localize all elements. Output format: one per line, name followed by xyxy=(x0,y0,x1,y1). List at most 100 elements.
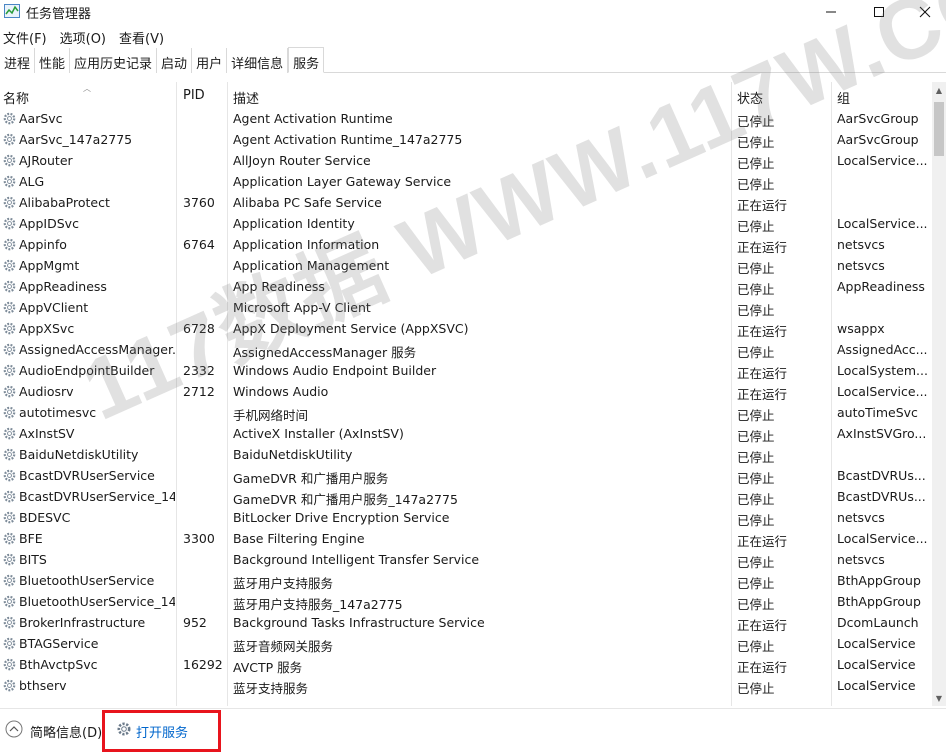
service-description: GameDVR 和广播用户服务_147a2775 xyxy=(233,492,458,507)
service-group: autoTimeSvc xyxy=(837,405,918,420)
service-group: AssignedAcc... xyxy=(837,342,928,357)
tab-users[interactable]: 用户 xyxy=(192,48,228,73)
table-row[interactable]: AudioEndpointBuilder 2332 Windows Audio En… xyxy=(0,360,932,381)
table-row[interactable]: bthserv 蓝牙支持服务 已停止 LocalService xyxy=(0,675,932,696)
column-header-description[interactable]: 描述 xyxy=(233,88,259,107)
service-description: ActiveX Installer (AxInstSV) xyxy=(233,426,404,441)
service-name: AppVClient xyxy=(19,300,89,315)
service-gear-icon xyxy=(3,637,16,650)
column-header-status[interactable]: 状态 xyxy=(737,88,763,107)
service-description: Agent Activation Runtime xyxy=(233,111,393,126)
scroll-up-icon[interactable]: ▲ xyxy=(932,82,946,98)
table-row[interactable]: AlibabaProtect 3760 Alibaba PC Safe Servic… xyxy=(0,192,932,213)
service-status: 已停止 xyxy=(737,513,775,528)
table-row[interactable]: AarSvc_147a2775 Agent Activation Runtime_… xyxy=(0,129,932,150)
tab-details[interactable]: 详细信息 xyxy=(227,48,289,73)
table-row[interactable]: AppReadiness App Readiness 已停止 AppReadiness xyxy=(0,276,932,297)
service-gear-icon xyxy=(3,322,16,335)
table-row[interactable]: BcastDVRUserService GameDVR 和广播用户服务 已停止 Bca… xyxy=(0,465,932,486)
service-name: BluetoothUserService xyxy=(19,573,155,588)
service-gear-icon xyxy=(3,511,16,524)
service-gear-icon xyxy=(3,175,16,188)
tab-services[interactable]: 服务 xyxy=(288,47,325,73)
service-description: BitLocker Drive Encryption Service xyxy=(233,510,450,525)
table-row[interactable]: AJRouter AllJoyn Router Service 已停止 LocalSe… xyxy=(0,150,932,171)
table-row[interactable]: AarSvc Agent Activation Runtime 已停止 AarSvcG… xyxy=(0,108,932,129)
service-group: LocalService... xyxy=(837,384,928,399)
chevron-up-circle-icon[interactable] xyxy=(5,720,23,738)
close-button[interactable] xyxy=(902,0,946,24)
table-row[interactable]: BFE 3300 Base Filtering Engine 正在运行 LocalSer… xyxy=(0,528,932,549)
table-row[interactable]: autotimesvc 手机网络时间 已停止 autoTimeSvc xyxy=(0,402,932,423)
service-description: BaiduNetdiskUtility xyxy=(233,447,353,462)
table-row[interactable]: BTAGService 蓝牙音频网关服务 已停止 LocalService xyxy=(0,633,932,654)
table-row[interactable]: AppIDSvc Application Identity 已停止 LocalServ… xyxy=(0,213,932,234)
table-row[interactable]: AssignedAccessManager... AssignedAccessMa… xyxy=(0,339,932,360)
service-group: AarSvcGroup xyxy=(837,132,919,147)
service-name: AJRouter xyxy=(19,153,73,168)
table-row[interactable]: BluetoothUserService_14... 蓝牙用户支持服务_147a2… xyxy=(0,591,932,612)
service-description: Alibaba PC Safe Service xyxy=(233,195,382,210)
service-name: AssignedAccessManager... xyxy=(19,342,175,357)
scrollbar-thumb[interactable] xyxy=(934,102,944,156)
service-gear-icon xyxy=(3,385,16,398)
service-group: AppReadiness xyxy=(837,279,925,294)
service-group: LocalService... xyxy=(837,531,928,546)
table-row[interactable]: AppVClient Microsoft App-V Client 已停止 xyxy=(0,297,932,318)
service-status: 已停止 xyxy=(737,177,775,192)
maximize-icon xyxy=(874,7,884,17)
menu-bar: 文件(F) 选项(O) 查看(V) xyxy=(0,26,174,47)
vertical-scrollbar[interactable]: ▲ ▼ xyxy=(932,82,946,706)
table-row[interactable]: Appinfo 6764 Application Information 正在运行 ne… xyxy=(0,234,932,255)
column-header-group[interactable]: 组 xyxy=(837,88,850,107)
tab-processes[interactable]: 进程 xyxy=(0,48,36,73)
maximize-button[interactable] xyxy=(856,0,902,24)
service-name: BDESVC xyxy=(19,510,71,525)
table-row[interactable]: AxInstSV ActiveX Installer (AxInstSV) 已停止 A… xyxy=(0,423,932,444)
service-name: AppIDSvc xyxy=(19,216,79,231)
open-services-link[interactable]: 打开服务 xyxy=(136,722,188,741)
tab-app-history[interactable]: 应用历史记录 xyxy=(70,48,158,73)
table-row[interactable]: AppXSvc 6728 AppX Deployment Service (AppX… xyxy=(0,318,932,339)
service-group: LocalService... xyxy=(837,153,928,168)
menu-options[interactable]: 选项(O) xyxy=(57,26,112,47)
column-header-name[interactable]: 名称 xyxy=(3,88,29,107)
service-status: 正在运行 xyxy=(737,198,788,213)
table-row[interactable]: BcastDVRUserService_14... GameDVR 和广播用户服务… xyxy=(0,486,932,507)
tab-startup[interactable]: 启动 xyxy=(157,48,193,73)
scroll-down-icon[interactable]: ▼ xyxy=(932,690,946,706)
service-gear-icon xyxy=(3,553,16,566)
table-row[interactable]: BluetoothUserService 蓝牙用户支持服务 已停止 BthAppGro… xyxy=(0,570,932,591)
table-row[interactable]: BaiduNetdiskUtility BaiduNetdiskUtility 已停… xyxy=(0,444,932,465)
service-status: 正在运行 xyxy=(737,366,788,381)
services-table: ︿ 名称 PID 描述 状态 组 AarSvc Agent Activation … xyxy=(0,82,932,706)
service-description: 蓝牙用户支持服务_147a2775 xyxy=(233,597,403,612)
fewer-details-button[interactable]: 简略信息(D) xyxy=(30,722,102,741)
minimize-button[interactable] xyxy=(808,0,854,24)
table-row[interactable]: BrokerInfrastructure 952 Background Tasks … xyxy=(0,612,932,633)
column-header-pid[interactable]: PID xyxy=(183,88,205,103)
table-row[interactable]: BthAvctpSvc 16292 AVCTP 服务 正在运行 LocalService xyxy=(0,654,932,675)
table-row[interactable]: AppMgmt Application Management 已停止 netsvcs xyxy=(0,255,932,276)
service-status: 已停止 xyxy=(737,114,775,129)
service-description: Windows Audio xyxy=(233,384,329,399)
minimize-icon xyxy=(826,11,836,13)
service-status: 正在运行 xyxy=(737,618,788,633)
service-gear-icon xyxy=(3,154,16,167)
service-pid: 3760 xyxy=(183,195,215,210)
menu-view[interactable]: 查看(V) xyxy=(116,26,170,47)
service-gear-icon xyxy=(3,532,16,545)
service-group: netsvcs xyxy=(837,237,885,252)
service-status: 已停止 xyxy=(737,303,775,318)
menu-file[interactable]: 文件(F) xyxy=(0,26,53,47)
table-row[interactable]: BDESVC BitLocker Drive Encryption Service… xyxy=(0,507,932,528)
service-description: 蓝牙音频网关服务 xyxy=(233,639,334,654)
service-group: DcomLaunch xyxy=(837,615,919,630)
tab-performance[interactable]: 性能 xyxy=(35,48,71,73)
table-row[interactable]: ALG Application Layer Gateway Service 已停止 xyxy=(0,171,932,192)
service-description: Application Management xyxy=(233,258,390,273)
table-row[interactable]: BITS Background Intelligent Transfer Serv… xyxy=(0,549,932,570)
service-gear-icon xyxy=(3,133,16,146)
service-status: 已停止 xyxy=(737,576,775,591)
table-row[interactable]: Audiosrv 2712 Windows Audio 正在运行 LocalServic… xyxy=(0,381,932,402)
